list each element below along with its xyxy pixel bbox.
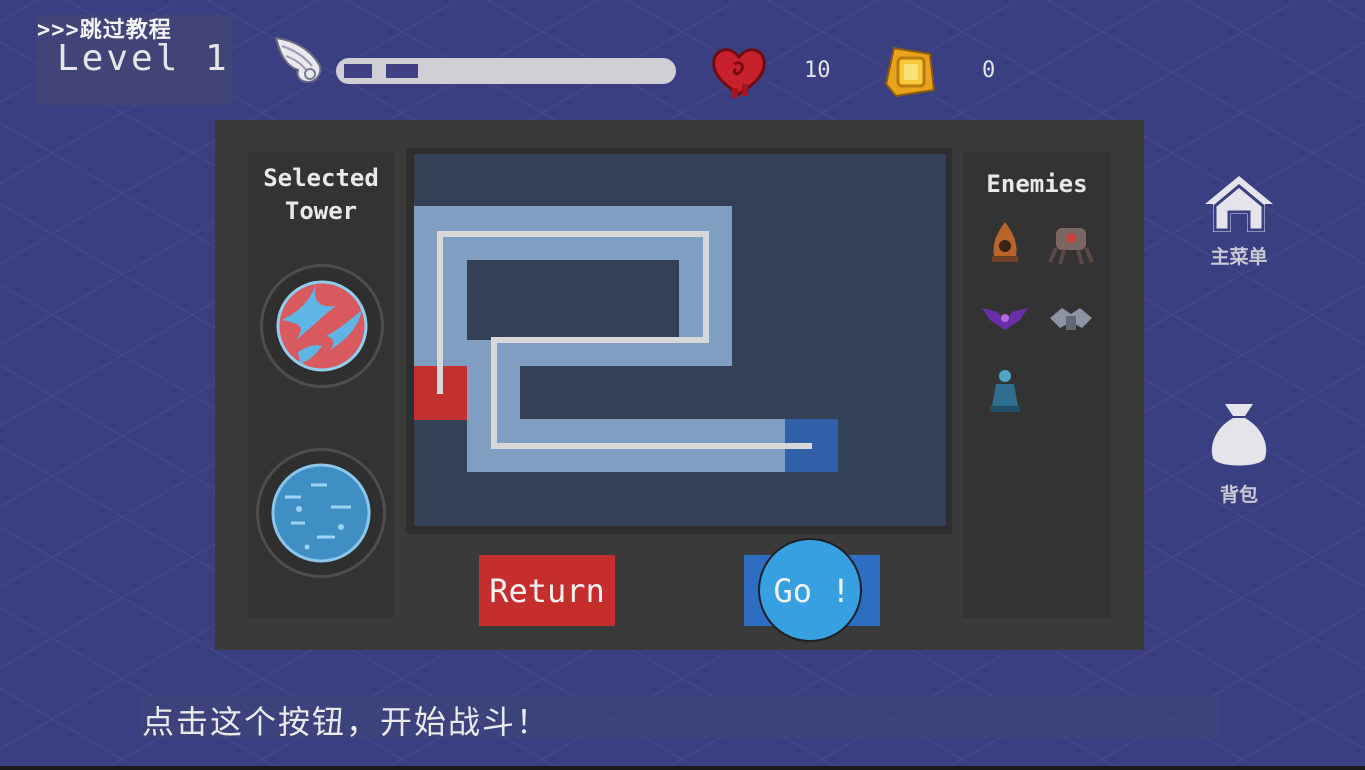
enemy-knight-icon[interactable]	[1046, 294, 1096, 344]
main-menu-label: 主菜单	[1210, 246, 1268, 268]
wave-progress-segment	[344, 64, 372, 78]
enemy-bat-icon[interactable]	[980, 294, 1030, 344]
home-icon	[1205, 176, 1273, 232]
water-planet-icon	[271, 463, 371, 563]
go-button[interactable]: Go !	[744, 555, 880, 626]
wave-progress-segment	[386, 64, 418, 78]
bag-label: 背包	[1219, 484, 1258, 506]
bottom-edge	[0, 766, 1365, 770]
water-tower-slot[interactable]	[256, 448, 386, 578]
bag-icon	[1211, 404, 1267, 466]
hp-value: 10	[804, 58, 831, 83]
wing-icon	[272, 30, 332, 90]
coin-icon	[882, 44, 938, 100]
selected-tower-label: Selected Tower	[263, 164, 379, 225]
bag-button[interactable]: 背包	[1196, 400, 1282, 510]
enemy-flame-icon[interactable]	[980, 218, 1030, 268]
enemy-crab-icon[interactable]	[1046, 218, 1096, 268]
level-map	[414, 154, 946, 526]
fire-tower-slot[interactable]	[260, 264, 384, 388]
main-menu-button[interactable]: 主菜单	[1196, 172, 1282, 272]
heart-icon	[710, 44, 768, 100]
wave-progress-bar	[336, 58, 676, 84]
return-button[interactable]: Return	[479, 555, 615, 626]
tutorial-hint-text: 点击这个按钮，开始战斗！	[142, 703, 551, 741]
fire-planet-icon	[276, 280, 368, 372]
level-title: Level 1	[57, 38, 230, 79]
gold-value: 0	[982, 58, 996, 83]
enemy-mage-icon[interactable]	[980, 366, 1030, 416]
enemies-label: Enemies	[986, 170, 1088, 198]
path-route-line	[437, 231, 812, 449]
